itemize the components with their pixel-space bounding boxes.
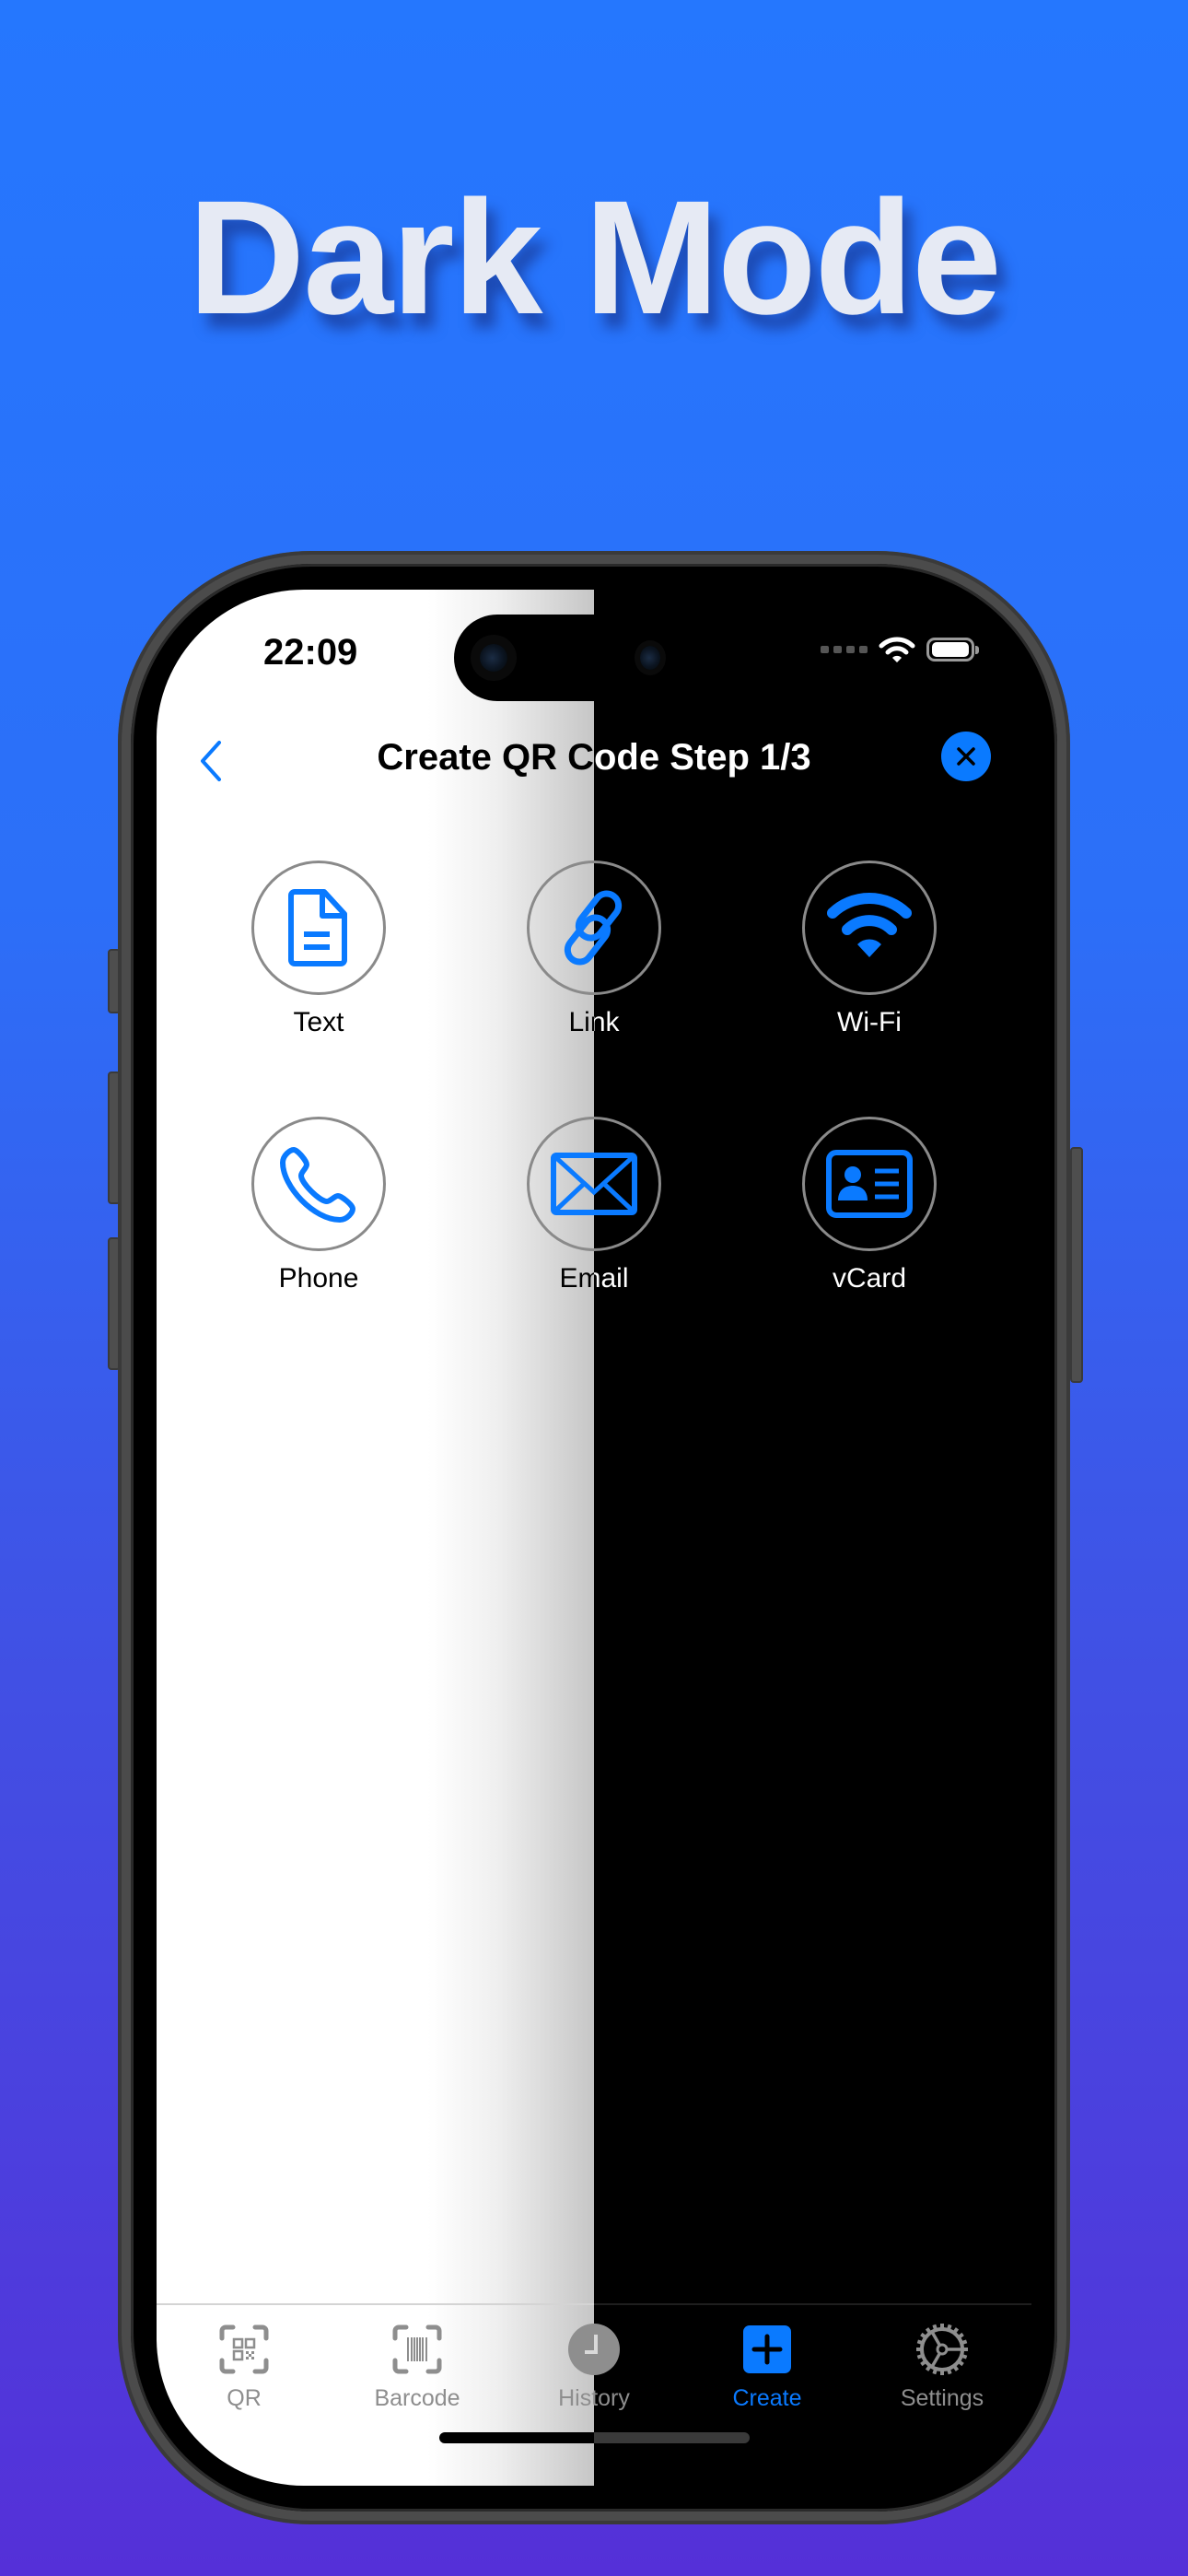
- envelope-icon: [550, 1152, 594, 1216]
- phone-screen: 22:09 Create QR Code Step 1/3 TextLinkWi…: [157, 590, 1031, 2486]
- dark-content: Create QR Code Step 1/3 TextLinkWi-FiPho…: [594, 590, 1031, 2486]
- type-label: Email: [559, 1263, 594, 1294]
- tab-create[interactable]: Create: [689, 2311, 845, 2411]
- type-tile-link[interactable]: Link: [594, 861, 686, 1037]
- barcode-scan-icon: [390, 2322, 445, 2377]
- type-icon-circle: [527, 861, 594, 995]
- phone-icon: [277, 1142, 360, 1225]
- phone-frame: 22:09 Create QR Code Step 1/3 TextLinkWi…: [118, 551, 1070, 2524]
- type-tile-text[interactable]: Text: [227, 861, 411, 1037]
- tab-label: History: [594, 2385, 630, 2411]
- tab-barcode[interactable]: Barcode: [339, 2311, 495, 2411]
- envelope-icon: [594, 1152, 638, 1216]
- type-icon-circle: [802, 1117, 937, 1251]
- contact-card-icon: [825, 1149, 914, 1219]
- light-content: 22:09 Create QR Code Step 1/3 TextLinkWi…: [157, 590, 594, 2486]
- type-tile-email[interactable]: Email: [502, 1117, 594, 1294]
- plus-square-icon: [740, 2322, 795, 2377]
- tab-history[interactable]: History: [516, 2311, 594, 2411]
- tab-label: QR: [227, 2385, 262, 2411]
- type-tile-phone[interactable]: Phone: [227, 1117, 411, 1294]
- sensor-lens: [640, 646, 660, 670]
- camera-lens: [480, 644, 507, 672]
- type-icon-circle: [802, 861, 937, 995]
- dynamic-island: [454, 615, 693, 701]
- type-label: Phone: [278, 1263, 359, 1294]
- type-tile-wifi[interactable]: Wi-Fi: [777, 861, 961, 1037]
- headline: Dark Mode: [188, 168, 1002, 348]
- type-icon-circle: [251, 1117, 386, 1251]
- type-label: Text: [293, 1007, 344, 1037]
- link-icon: [594, 885, 636, 970]
- type-grid-light: TextLinkWi-FiPhoneEmailvCard: [157, 590, 594, 2486]
- type-icon-circle: [594, 861, 661, 995]
- power-button: [1070, 1147, 1083, 1383]
- type-icon-circle: [594, 1117, 661, 1251]
- gear-icon: [914, 2322, 970, 2377]
- tab-settings[interactable]: Settings: [864, 2311, 1020, 2411]
- tab-label: Settings: [900, 2385, 984, 2411]
- qr-scan-icon: [216, 2322, 272, 2377]
- type-label: Link: [568, 1007, 594, 1037]
- home-indicator[interactable]: [439, 2432, 750, 2443]
- clock-icon: [594, 2322, 622, 2377]
- wifi-icon: [827, 891, 912, 965]
- tab-bar-divider: [157, 2303, 594, 2305]
- type-label: Email: [594, 1263, 629, 1294]
- type-label: Wi-Fi: [837, 1007, 902, 1037]
- tab-label: History: [558, 2385, 594, 2411]
- tab-bar-divider-dark: [594, 2303, 1031, 2305]
- document-icon: [282, 886, 355, 969]
- type-grid-dark: TextLinkWi-FiPhoneEmailvCard: [594, 590, 1031, 2486]
- type-tile-email[interactable]: Email: [594, 1117, 686, 1294]
- type-tile-vcard[interactable]: vCard: [777, 1117, 961, 1294]
- type-label: vCard: [832, 1263, 907, 1294]
- type-label: Link: [594, 1007, 620, 1037]
- type-tile-link[interactable]: Link: [502, 861, 594, 1037]
- clock-icon: [566, 2322, 594, 2377]
- tab-label: Create: [732, 2385, 802, 2411]
- tab-history[interactable]: History: [594, 2311, 672, 2411]
- tab-label: Barcode: [374, 2385, 460, 2411]
- type-icon-circle: [527, 1117, 594, 1251]
- type-icon-circle: [251, 861, 386, 995]
- tab-qr[interactable]: QR: [166, 2311, 322, 2411]
- link-icon: [552, 885, 594, 970]
